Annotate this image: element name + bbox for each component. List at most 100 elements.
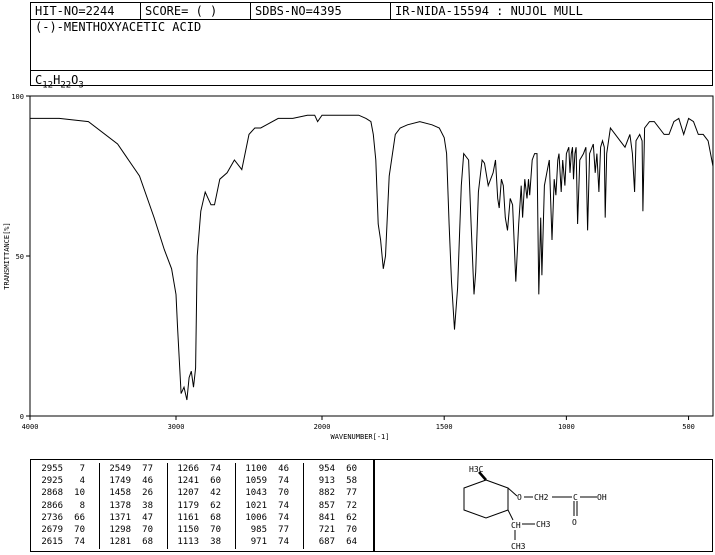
peak-transmittance: 64 [346,537,357,548]
peak-transmittance: 77 [278,524,289,535]
peak-wavenumber: 1113 [177,537,199,548]
ir-spectrum-chart: 0 50 100 4000 3000 2000 1500 1000 500 WAVENUMBE… [3,93,714,441]
peak-transmittance: 77 [346,488,357,499]
peak-wavenumber: 2866 [41,500,63,511]
peak-transmittance: 60 [210,476,221,487]
peak-wavenumber: 1378 [109,500,131,511]
peak-entry: 721 70 [303,524,371,536]
peak-entry: 913 58 [303,475,371,487]
peak-entry: 857 72 [303,500,371,512]
peak-transmittance: 58 [346,476,357,487]
ir-number: IR-NIDA-15594 : NUJOL MULL [395,4,583,18]
peak-entry: 1006 74 [235,512,303,524]
peak-entry: 2549 77 [99,463,167,475]
y-axis-label: TRANSMITTANCE[%] [3,222,11,289]
ch3-right-label: CH3 [536,520,551,529]
peak-entry: 971 74 [235,536,303,548]
peak-wavenumber: 2925 [41,476,63,487]
peak-wavenumber: 2736 [41,512,63,523]
structure-diagram: H3C O CH2 C OH O CH CH3 CH3 [463,465,607,551]
peak-entry: 954 60 [303,463,371,475]
peak-wavenumber: 721 [318,524,335,535]
peak-entry: 1021 74 [235,500,303,512]
peak-transmittance: 46 [278,464,289,474]
peak-wavenumber: 1100 [245,464,267,474]
peak-entry: 1378 38 [99,500,167,512]
peak-column-5: 954 60 913 58 882 77 857 72 841 62 721 70 687 64 [303,463,371,549]
peak-transmittance: 26 [142,488,153,499]
peak-wavenumber: 1179 [177,500,199,511]
peak-entry: 841 62 [303,512,371,524]
peak-wavenumber: 2615 [41,537,63,548]
formula-row: C12H22O3 [31,70,712,90]
peak-transmittance: 77 [142,464,153,474]
peak-column-4: 1100 46 1059 74 1043 70 1021 74 1006 74 985 77 971 74 [235,463,304,549]
peak-wavenumber: 1749 [109,476,131,487]
peak-wavenumber: 1161 [177,512,199,523]
x-tick-label: 3000 [168,423,185,431]
sdbs-number: SDBS-NO=4395 [251,3,391,19]
peak-transmittance: 38 [210,537,221,548]
peak-wavenumber: 1371 [109,512,131,523]
peak-wavenumber: 841 [318,512,335,523]
peak-wavenumber: 2868 [41,488,63,499]
peak-column-3: 1266 74 1241 60 1207 42 1179 62 1161 68 1150 70 1113… [167,463,236,549]
peak-wavenumber: 1006 [245,512,267,523]
x-axis-label: WAVENUMBER[-1] [330,433,389,441]
peak-transmittance: 70 [278,488,289,499]
peak-entry: 1100 46 [235,463,303,475]
structure-panel: H3C O CH2 C OH O CH CH3 CH3 [374,459,713,552]
peak-wavenumber: 971 [250,537,267,548]
peak-transmittance: 8 [79,500,85,511]
peak-entry: 1043 70 [235,487,303,499]
x-axis: 4000 3000 2000 1500 1000 500 [22,416,695,431]
peak-transmittance: 68 [210,512,221,523]
peak-entry: 2679 70 [31,524,99,536]
x-tick-label: 1500 [436,423,453,431]
carboxyl-carbon: C [573,493,578,502]
peak-entry: 2925 4 [31,475,99,487]
peak-transmittance: 60 [346,464,357,474]
peak-column-2: 2549 77 1749 46 1458 26 1378 38 1371 47 1298 70 1281… [99,463,168,549]
peak-entry: 1749 46 [99,475,167,487]
peak-entry: 985 77 [235,524,303,536]
peak-entry: 2615 74 [31,536,99,548]
ch2-label: CH2 [534,493,549,502]
peak-transmittance: 74 [210,464,221,474]
peak-wavenumber: 954 [318,464,335,474]
ether-bond [507,487,518,497]
peak-transmittance: 46 [142,476,153,487]
peak-wavenumber: 882 [318,488,335,499]
peak-transmittance: 62 [346,512,357,523]
peak-transmittance: 68 [142,537,153,548]
carbonyl-oxygen: O [572,518,577,527]
spectrum-line [30,114,714,401]
x-tick-label: 4000 [22,423,39,431]
peak-transmittance: 70 [210,524,221,535]
x-tick-label: 500 [682,423,695,431]
peak-transmittance: 42 [210,488,221,499]
peak-entry: 2736 66 [31,512,99,524]
peak-entry: 687 64 [303,536,371,548]
peak-entry: 1059 74 [235,475,303,487]
peak-wavenumber: 913 [318,476,335,487]
isopropyl-ch: CH [511,521,521,530]
peak-transmittance: 4 [79,476,85,487]
peak-entry: 1241 60 [167,475,235,487]
peak-transmittance: 70 [346,524,357,535]
peak-column-1: 2955 7 2925 4 2868 10 2866 8 2736 66 2679 70 2615 74 [31,463,100,549]
peak-transmittance: 62 [210,500,221,511]
peak-entry: 1266 74 [167,463,235,475]
peak-entry: 1298 70 [99,524,167,536]
methyl-top-label: H3C [469,465,484,474]
header-row: HIT-NO=2244 SCORE= ( ) SDBS-NO=4395 IR-N… [31,3,712,20]
peak-entry: 1150 70 [167,524,235,536]
peak-transmittance: 72 [346,500,357,511]
y-axis: 0 50 100 [11,93,30,421]
peak-wavenumber: 687 [318,537,335,548]
peak-wavenumber: 857 [318,500,335,511]
peak-transmittance: 38 [142,500,153,511]
score-field: SCORE= ( ) [141,3,251,19]
compound-name: (-)-MENTHOXYACETIC ACID [35,20,202,34]
y-tick-label: 100 [11,93,24,101]
